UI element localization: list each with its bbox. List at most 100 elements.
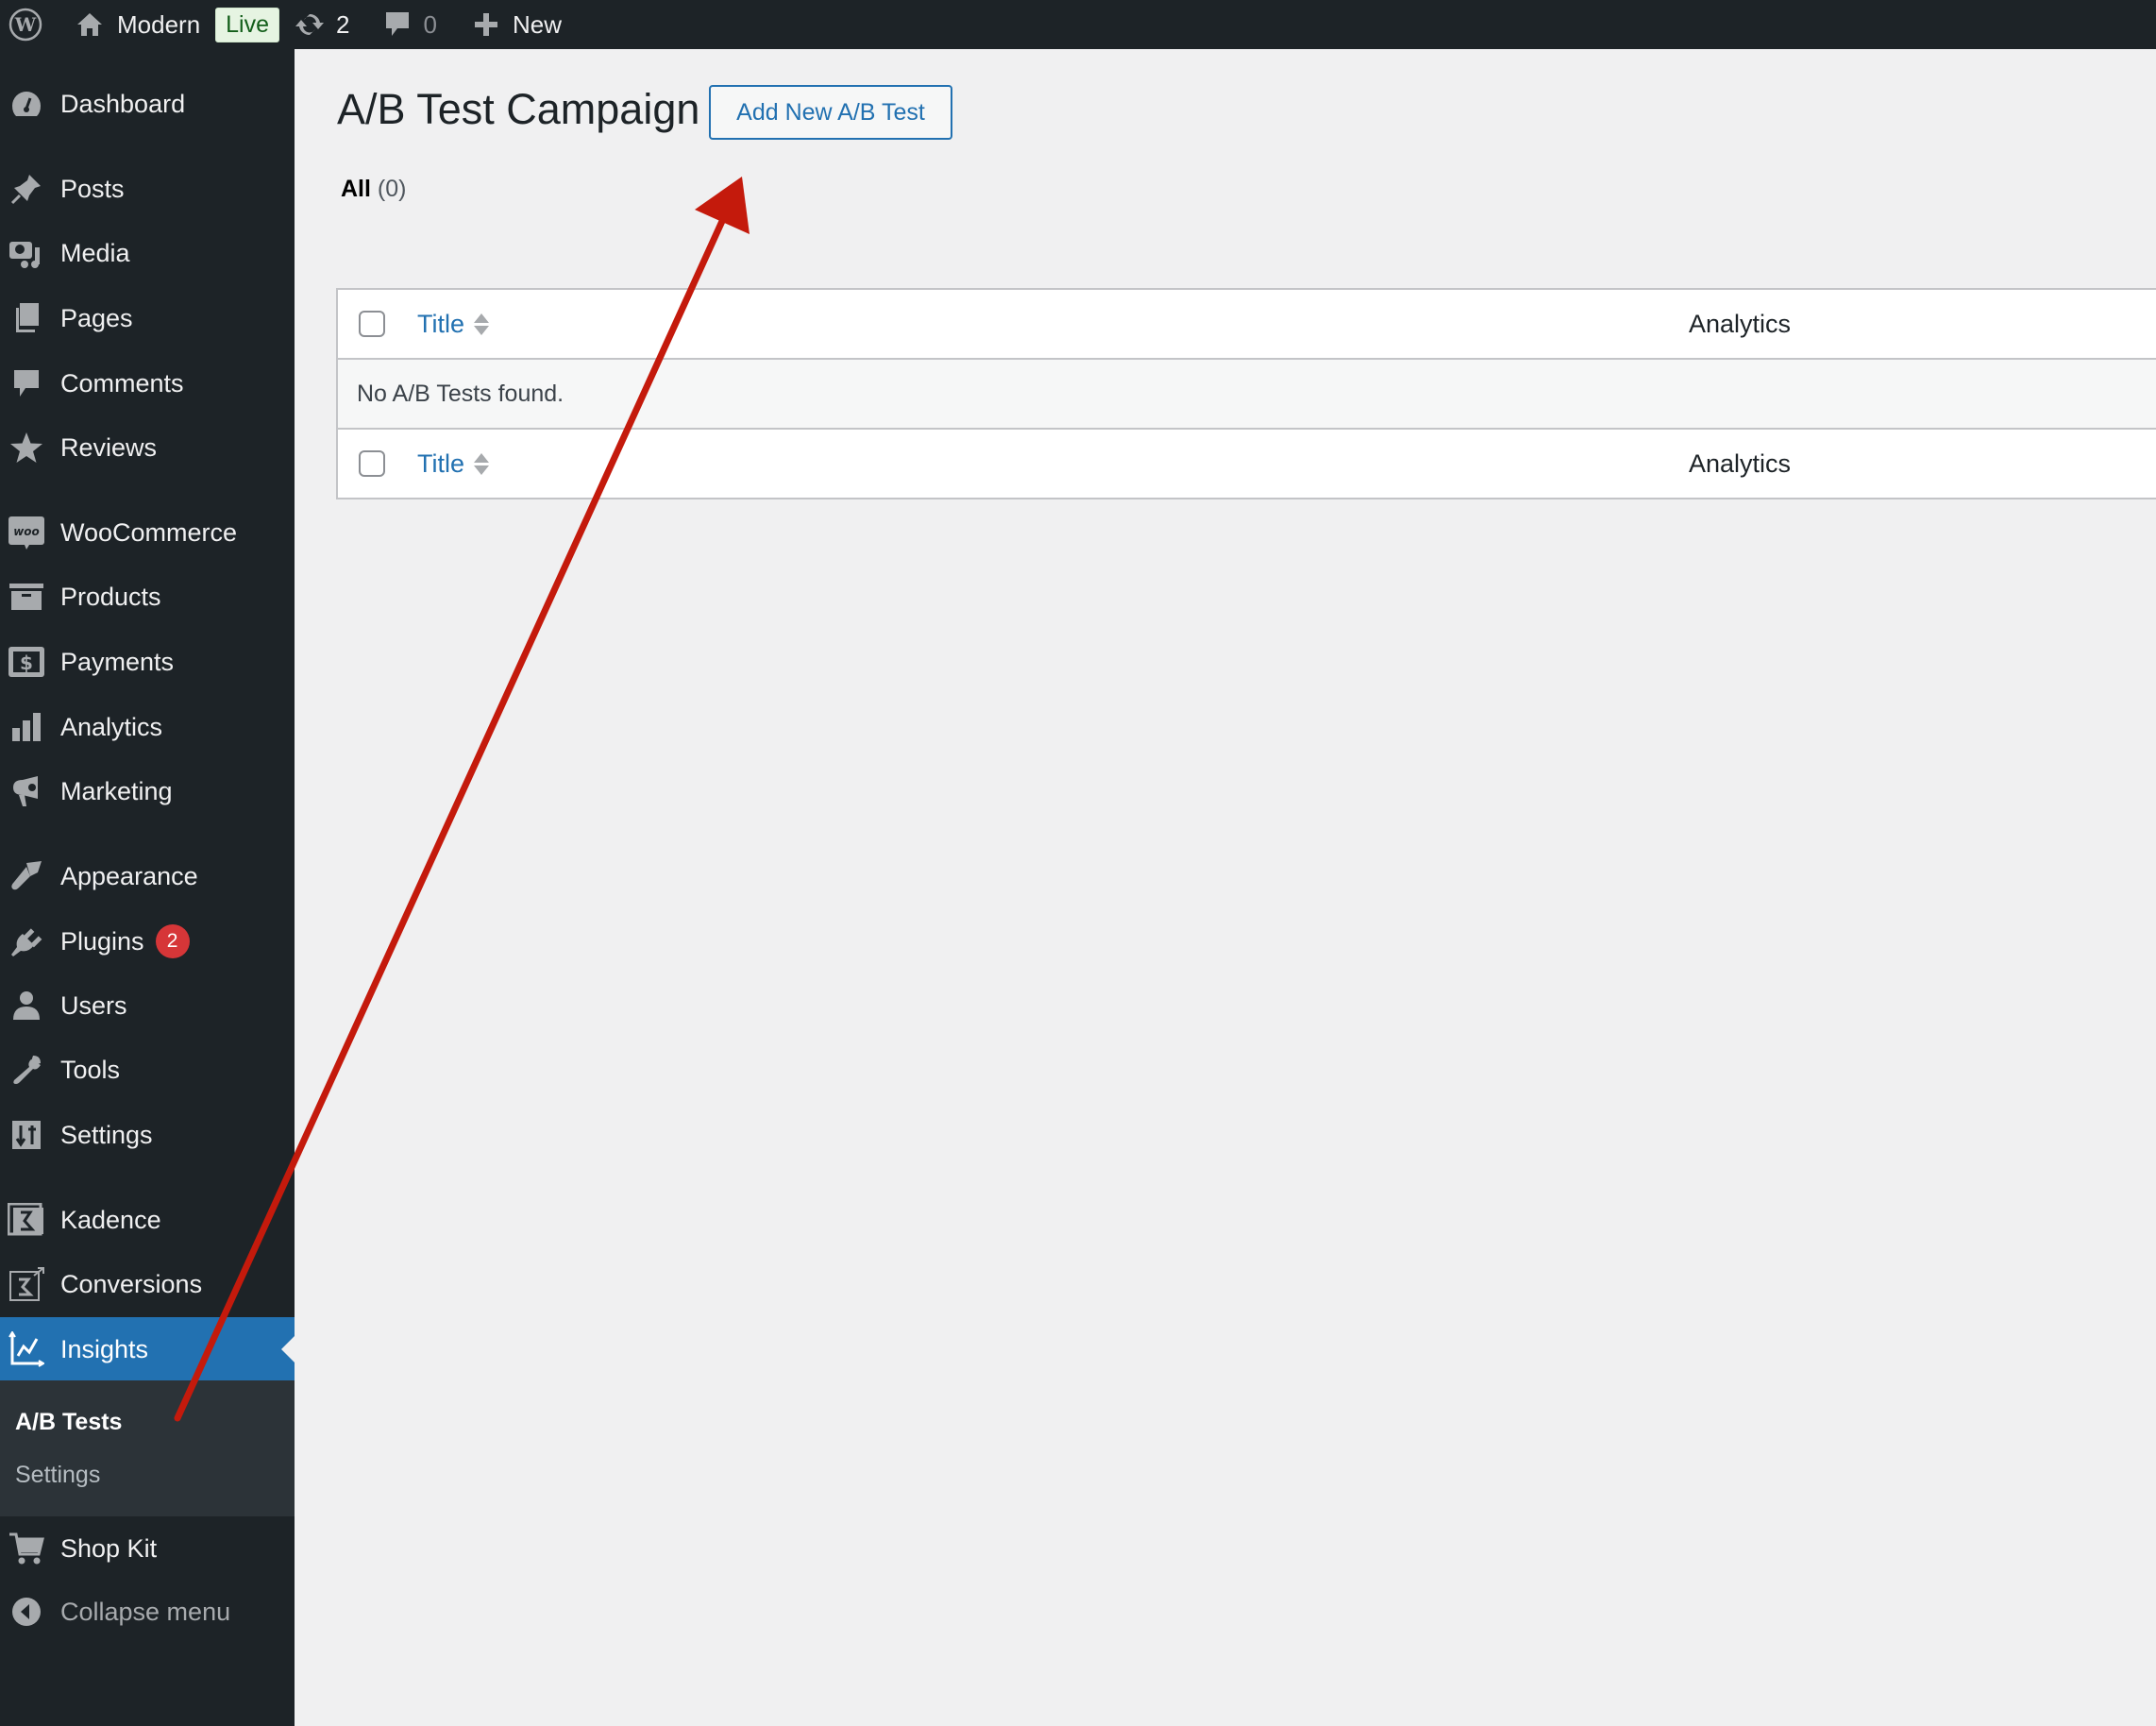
sidebar-item-kadence[interactable]: Kadence <box>0 1193 295 1246</box>
sidebar-item-label: Reviews <box>60 432 158 462</box>
collapse-menu-button[interactable]: Collapse menu <box>0 1585 295 1638</box>
pages-icon <box>8 299 45 337</box>
view-filter: All (0) <box>341 176 406 203</box>
plugins-update-badge: 2 <box>155 924 190 958</box>
sidebar-item-label: Products <box>60 582 161 611</box>
home-icon <box>76 10 104 39</box>
sidebar-item-pages[interactable]: Pages <box>0 292 295 345</box>
kadence-icon <box>8 1201 45 1239</box>
sidebar-item-label: Marketing <box>60 776 173 805</box>
sidebar-item-products[interactable]: Products <box>0 570 295 623</box>
ab-tests-table: Title Analytics No A/B Tests found. Titl… <box>336 288 2156 499</box>
sidebar-item-plugins[interactable]: Plugins 2 <box>0 915 295 968</box>
archive-box-icon <box>8 578 45 616</box>
refresh-icon <box>295 9 325 40</box>
comment-icon <box>8 364 45 402</box>
sidebar-item-dashboard[interactable]: Dashboard <box>0 77 295 130</box>
sidebar-item-conversions[interactable]: Conversions <box>0 1258 295 1311</box>
sidebar-item-label: Dashboard <box>60 89 186 118</box>
media-camera-music-icon <box>8 234 45 272</box>
sidebar-item-label: WooCommerce <box>60 517 238 547</box>
dollar-icon: $ <box>8 643 45 681</box>
sidebar-item-marketing[interactable]: Marketing <box>0 765 295 818</box>
filter-all-link[interactable]: All <box>341 176 371 202</box>
sidebar-item-posts[interactable]: Posts <box>0 162 295 215</box>
sidebar-item-appearance[interactable]: Appearance <box>0 850 295 903</box>
analytics-column-footer: Analytics <box>1689 448 1792 478</box>
bar-chart-icon <box>8 708 45 746</box>
new-content-link[interactable]: New <box>473 0 562 49</box>
wordpress-menu[interactable]: W <box>4 0 47 49</box>
sidebar-item-label: Payments <box>60 647 175 676</box>
sidebar-item-woocommerce[interactable]: woo WooCommerce <box>0 506 295 559</box>
current-menu-indicator <box>281 1336 295 1362</box>
sidebar-item-comments[interactable]: Comments <box>0 357 295 410</box>
sidebar-item-label: Conversions <box>60 1269 203 1298</box>
table-header-row: Title Analytics <box>338 290 2156 358</box>
svg-text:$: $ <box>20 651 33 674</box>
new-label: New <box>512 9 562 39</box>
comments-count: 0 <box>423 9 437 39</box>
status-badge: Live <box>215 7 280 42</box>
sidebar-item-users[interactable]: Users <box>0 979 295 1032</box>
sidebar-item-media[interactable]: Media <box>0 227 295 279</box>
star-icon <box>8 429 45 466</box>
sidebar-item-analytics[interactable]: Analytics <box>0 701 295 753</box>
sidebar-item-payments[interactable]: $ Payments <box>0 635 295 688</box>
insights-submenu: A/B Tests Settings <box>0 1380 295 1516</box>
title-column-label: Title <box>417 309 465 338</box>
page-title: A/B Test Campaign <box>337 85 700 133</box>
user-icon <box>8 987 45 1024</box>
sidebar-item-label: Posts <box>60 174 125 203</box>
paintbrush-icon <box>8 857 45 895</box>
sidebar-item-label: Kadence <box>60 1205 161 1234</box>
woo-icon: woo <box>8 514 45 551</box>
svg-text:woo: woo <box>13 525 40 538</box>
sidebar-item-label: Plugins <box>60 926 144 956</box>
updates-link[interactable]: 2 <box>295 0 350 49</box>
analytics-column-header: Analytics <box>1689 309 1792 338</box>
site-name-link[interactable]: Modern Live <box>76 0 280 49</box>
sidebar-item-label: Media <box>60 238 130 267</box>
title-column-footer[interactable]: Title <box>417 448 490 479</box>
sidebar-item-label: Collapse menu <box>60 1597 231 1626</box>
sidebar-item-label: Tools <box>60 1055 121 1084</box>
svg-text:W: W <box>14 13 37 36</box>
collapse-arrow-icon <box>8 1593 45 1631</box>
dashboard-gauge-icon <box>8 85 45 123</box>
submenu-item-ab-tests[interactable]: A/B Tests <box>15 1409 122 1436</box>
admin-bar: W Modern Live 2 0 New <box>0 0 2156 49</box>
wordpress-logo-icon: W <box>8 8 42 42</box>
sidebar-item-reviews[interactable]: Reviews <box>0 421 295 474</box>
sidebar-item-insights[interactable]: Insights <box>0 1317 295 1381</box>
sidebar-item-label: Comments <box>60 368 184 398</box>
plus-icon <box>473 11 499 38</box>
title-column-label: Title <box>417 448 465 478</box>
title-column-header[interactable]: Title <box>417 309 490 339</box>
sort-icon <box>474 313 490 335</box>
wrench-icon <box>8 1051 45 1089</box>
comments-link[interactable]: 0 <box>384 0 437 49</box>
sidebar-item-label: Settings <box>60 1120 153 1149</box>
pushpin-icon <box>8 170 45 208</box>
table-row: No A/B Tests found. <box>338 358 2156 428</box>
add-new-ab-test-button[interactable]: Add New A/B Test <box>709 85 952 140</box>
admin-sidebar: Dashboard Posts Media Pages Comments Rev… <box>0 49 295 1726</box>
filter-all-count: (0) <box>377 176 407 202</box>
select-all-checkbox[interactable] <box>359 311 385 337</box>
select-all-checkbox-footer[interactable] <box>359 450 385 477</box>
sidebar-item-tools[interactable]: Tools <box>0 1043 295 1096</box>
sidebar-item-label: Users <box>60 990 127 1020</box>
comment-bubble-icon <box>384 9 411 40</box>
conversions-icon <box>8 1265 45 1303</box>
site-name: Modern <box>117 9 201 39</box>
sidebar-item-label: Appearance <box>60 861 198 890</box>
sliders-icon <box>8 1116 45 1154</box>
cart-icon <box>8 1530 45 1567</box>
submenu-item-settings[interactable]: Settings <box>15 1462 100 1489</box>
sidebar-item-settings[interactable]: Settings <box>0 1108 295 1161</box>
updates-count: 2 <box>336 9 350 39</box>
main-content: A/B Test Campaign Add New A/B Test All (… <box>295 49 2156 1726</box>
megaphone-icon <box>8 772 45 810</box>
sidebar-item-shop-kit[interactable]: Shop Kit <box>0 1522 295 1575</box>
